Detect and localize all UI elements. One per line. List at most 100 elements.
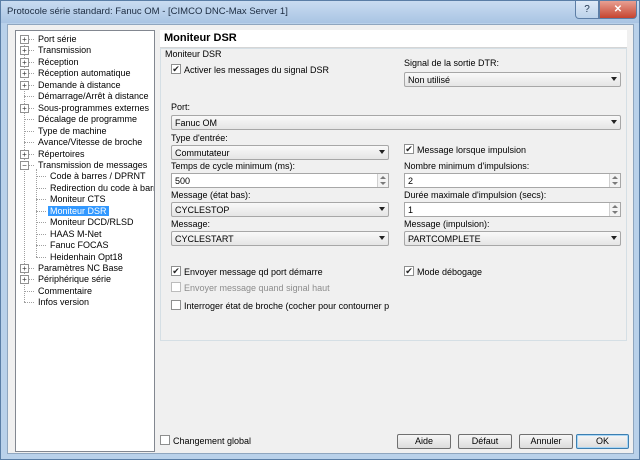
tree-item-label: Transmission [38, 45, 92, 56]
expand-icon[interactable]: + [20, 103, 29, 113]
expand-icon[interactable]: + [20, 275, 29, 285]
checkmark-icon: ✔ [172, 265, 180, 276]
expand-icon[interactable]: + [20, 264, 29, 273]
min-cycle-time-spinner[interactable]: 500 [171, 173, 389, 188]
tree-guide-line [36, 176, 46, 178]
tree-item[interactable]: Port série [36, 34, 79, 45]
tree-guide-line [24, 142, 34, 144]
tree-item[interactable]: Répertoires [36, 149, 87, 160]
global-change-checkbox[interactable] [160, 435, 170, 445]
tree-item[interactable]: HAAS M-Net [48, 229, 104, 240]
tree-item[interactable]: Sous-programmes externes [36, 103, 151, 114]
tree-guide-line [36, 233, 46, 235]
tree-item-label: Moniteur CTS [50, 194, 106, 205]
tree-item[interactable]: Réception [36, 57, 81, 68]
help-window-button[interactable]: ? [575, 1, 599, 19]
spin-up-icon[interactable] [380, 176, 386, 179]
cancel-button[interactable]: Annuler [519, 434, 573, 449]
tree-item[interactable]: Décalage de programme [36, 114, 139, 125]
tree-item[interactable]: Redirection du code à barres [48, 183, 154, 194]
spin-down-icon[interactable] [612, 211, 618, 214]
chevron-down-icon [611, 236, 617, 240]
send-on-port-start-checkbox[interactable]: ✔ [171, 266, 181, 276]
global-change-label: Changement global [173, 436, 252, 446]
expand-icon[interactable]: + [20, 46, 29, 56]
tree-item[interactable]: Paramètres NC Base [36, 263, 125, 274]
tree-item[interactable]: Démarrage/Arrêt à distance [36, 91, 151, 102]
spinner-buttons[interactable] [609, 203, 620, 216]
tree-item[interactable]: Moniteur CTS [48, 194, 108, 205]
message-select[interactable]: CYCLESTART [171, 231, 389, 246]
spin-down-icon[interactable] [612, 182, 618, 185]
title-bar[interactable]: Protocole série standard: Fanuc OM - [CI… [1, 1, 639, 23]
send-when-high-checkbox[interactable] [171, 282, 181, 292]
tree-item[interactable]: Avance/Vitesse de broche [36, 137, 144, 148]
spin-up-icon[interactable] [612, 176, 618, 179]
tree-item[interactable]: Code à barres / DPRNT [48, 171, 148, 182]
query-spindle-checkbox[interactable] [171, 300, 181, 310]
tree-item[interactable]: Heidenhain Opt18 [48, 252, 125, 263]
tree-item-label: Réception [38, 56, 79, 67]
expand-icon[interactable]: + [20, 35, 29, 44]
message-on-pulse-checkbox[interactable]: ✔ [404, 144, 414, 154]
tree-item[interactable]: Fanuc FOCAS [48, 240, 111, 251]
tree-item[interactable]: Moniteur DCD/RLSD [48, 217, 136, 228]
expand-icon[interactable]: + [20, 80, 29, 90]
chevron-down-icon [379, 207, 385, 211]
tree-guide-line [24, 302, 34, 304]
panel-header: Moniteur DSR [160, 30, 627, 48]
expand-icon[interactable]: + [20, 149, 29, 159]
tree-item-label: Port série [38, 34, 77, 44]
tree-guide-line [36, 187, 46, 189]
collapse-icon[interactable]: − [20, 160, 29, 170]
send-when-high-label: Envoyer message quand signal haut [184, 283, 330, 293]
tree-item[interactable]: Infos version [36, 297, 91, 308]
close-window-button[interactable]: ✕ [599, 1, 637, 19]
port-select[interactable]: Fanuc OM [171, 115, 621, 130]
tree-item[interactable]: Demande à distance [36, 80, 123, 91]
port-value: Fanuc OM [175, 118, 218, 128]
max-pulse-duration-spinner[interactable]: 1 [404, 202, 621, 217]
message-low-label: Message (état bas): [171, 190, 251, 200]
message-low-select[interactable]: CYCLESTOP [171, 202, 389, 217]
ok-button[interactable]: OK [576, 434, 629, 449]
tree-item-label: Demande à distance [38, 79, 121, 90]
message-pulse-select[interactable]: PARTCOMPLETE [404, 231, 621, 246]
spinner-buttons[interactable] [609, 174, 620, 187]
dtr-output-select[interactable]: Non utilisé [404, 72, 621, 87]
tree-item[interactable]: Commentaire [36, 286, 94, 297]
tree-item-label: Paramètres NC Base [38, 263, 124, 273]
message-pulse-label: Message (impulsion): [404, 219, 490, 229]
chevron-down-icon [611, 77, 617, 81]
tree-item-label: Transmission de messages [38, 159, 148, 170]
tree-item-label: Commentaire [38, 285, 93, 296]
tree-item[interactable]: Périphérique série [36, 274, 113, 285]
activate-dsr-messages-checkbox[interactable]: ✔ [171, 64, 181, 74]
debug-mode-checkbox[interactable]: ✔ [404, 266, 414, 276]
tree-item[interactable]: Transmission de messages [36, 160, 149, 171]
tree-item-label: Heidenhain Opt18 [50, 251, 123, 262]
tree-item-label: Code à barres / DPRNT [50, 171, 146, 182]
message-on-pulse-label: Message lorsque impulsion [417, 145, 527, 155]
tree-item-label: Sous-programmes externes [38, 102, 150, 113]
settings-tree[interactable]: + Port série + Transmission + Réception + Récep… [15, 30, 155, 452]
min-pulses-spinner[interactable]: 2 [404, 173, 621, 188]
spinner-buttons[interactable] [377, 174, 388, 187]
tree-guide-line [36, 256, 46, 258]
max-pulse-duration-label: Durée maximale d'impulsion (secs): [404, 190, 547, 200]
input-type-select[interactable]: Commutateur [171, 145, 389, 160]
help-button[interactable]: Aide [397, 434, 451, 449]
expand-icon[interactable]: + [20, 69, 29, 79]
expand-icon[interactable]: + [20, 57, 29, 67]
chevron-down-icon [379, 236, 385, 240]
spin-up-icon[interactable] [612, 205, 618, 208]
tree-guide-line [36, 245, 46, 247]
tree-item[interactable]: Réception automatique [36, 68, 133, 79]
tree-item[interactable]: Transmission [36, 45, 93, 56]
tree-item[interactable]: Moniteur DSR [48, 205, 109, 217]
tree-item[interactable]: Type de machine [36, 126, 109, 137]
tree-guide-line [24, 119, 34, 121]
default-button[interactable]: Défaut [458, 434, 512, 449]
spin-down-icon[interactable] [380, 182, 386, 185]
chevron-down-icon [611, 120, 617, 124]
